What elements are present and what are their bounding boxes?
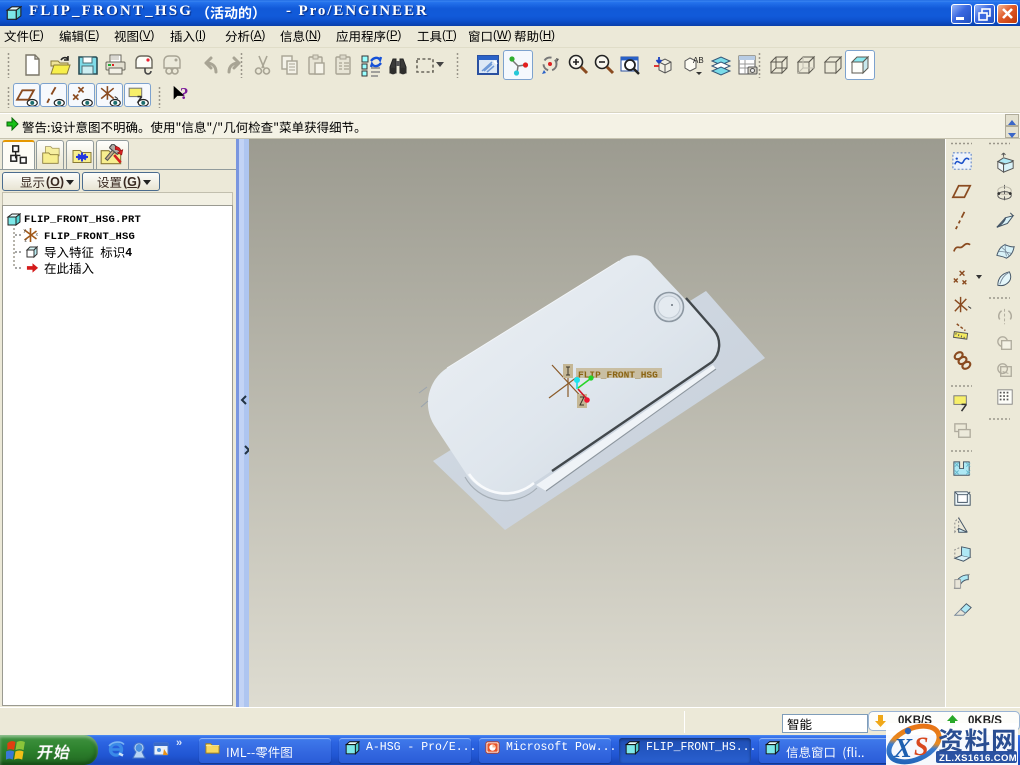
svg-text:X: X xyxy=(893,733,913,763)
svg-text:AB: AB xyxy=(693,56,704,65)
svg-text:ZL.XS1616.COM: ZL.XS1616.COM xyxy=(939,753,1017,764)
svg-text:S: S xyxy=(914,732,928,761)
svg-text:x: x xyxy=(36,232,39,238)
